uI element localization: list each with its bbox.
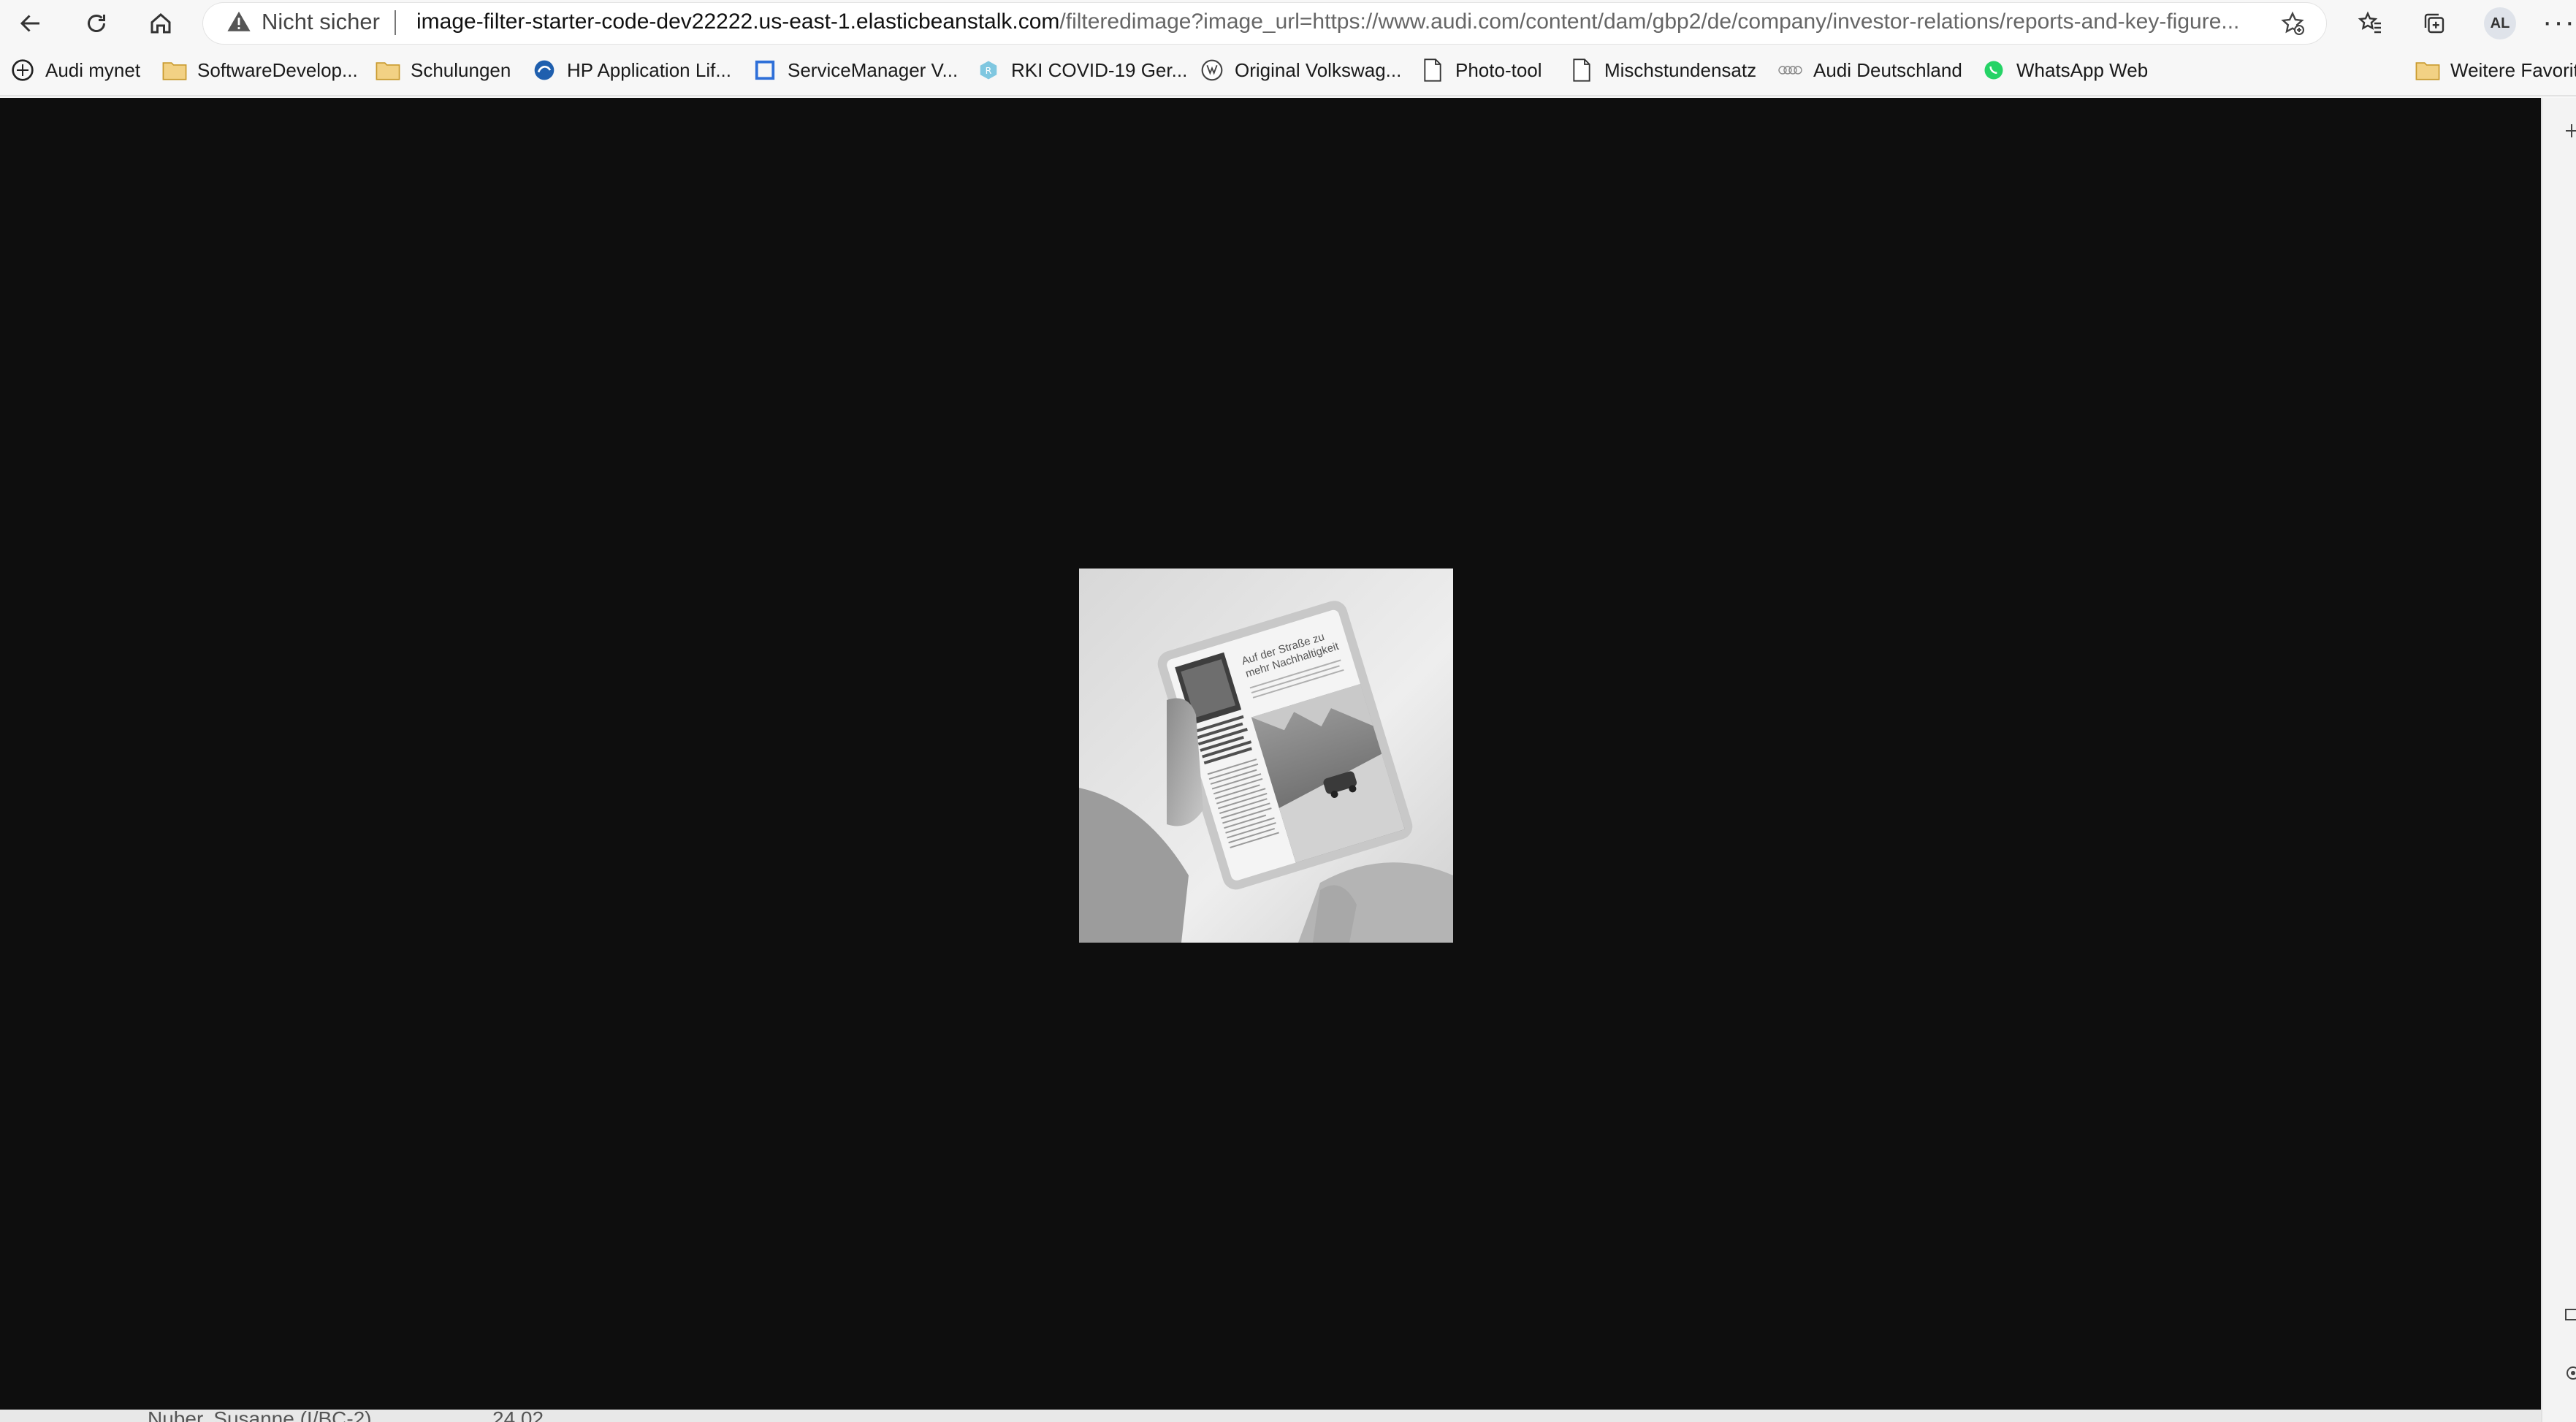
bookmark-label: Original Volkswag... (1235, 58, 1402, 81)
hp-alm-icon (532, 58, 557, 83)
settings-more-button[interactable]: ··· (2542, 6, 2576, 39)
url-path: /filteredimage?image_url=https://www.aud… (1059, 9, 2240, 34)
background-window-peek (0, 1410, 2541, 1422)
whatsapp-icon (1981, 58, 2006, 83)
bookmark-label: Weitere Favoriten (2450, 58, 2576, 81)
reload-icon (88, 15, 105, 32)
bookmark-schulungen[interactable]: Schulungen (376, 56, 511, 85)
folder-icon (376, 58, 400, 83)
svg-text:R: R (986, 65, 992, 76)
peek-value-text: 24.02 (492, 1407, 544, 1422)
bookmark-audi-mynet[interactable]: Audi mynet (10, 56, 140, 85)
filtered-image: Auf der Straße zu mehr Nachhaltigkeit (1079, 569, 1453, 943)
bookmark-mischstundensatz[interactable]: Mischstundensatz (1569, 56, 1756, 85)
bookmark-weitere-favoriten[interactable]: Weitere Favoriten (2415, 56, 2576, 85)
bookmark-label: Photo-tool (1455, 58, 1542, 81)
bookmark-label: HP Application Lif... (567, 58, 731, 81)
browser-toolbar: Nicht sicher image-filter-starter-code-d… (0, 0, 2576, 47)
audi-rings-icon (1778, 58, 1803, 83)
bookmark-label: Mischstundensatz (1604, 58, 1757, 81)
back-button[interactable] (13, 6, 48, 41)
audi-rings-icon (10, 58, 35, 83)
home-button[interactable] (143, 6, 178, 41)
bookmark-photo-tool[interactable]: Photo-tool (1420, 56, 1542, 85)
servicemanager-icon (752, 58, 777, 83)
url-text[interactable]: image-filter-starter-code-dev22222.us-ea… (416, 9, 2265, 35)
warning-triangle-icon (227, 11, 251, 31)
favorites-button[interactable] (2355, 9, 2385, 38)
page-icon (1420, 58, 1445, 83)
bookmark-audi-deutschland[interactable]: Audi Deutschland (1778, 56, 1962, 85)
bookmark-label: Audi Deutschland (1813, 58, 1962, 81)
bookmark-label: Schulungen (411, 58, 511, 81)
favorites-bar: Audi mynet SoftwareDevelop... Schulungen… (0, 47, 2576, 96)
security-indicator[interactable]: Nicht sicher (262, 9, 380, 35)
collections-icon (2424, 13, 2444, 34)
gear-icon[interactable] (2561, 1362, 2576, 1384)
back-arrow-icon (20, 15, 39, 32)
rki-icon: R (976, 58, 1001, 83)
profile-avatar[interactable]: AL (2484, 7, 2516, 39)
add-icon[interactable] (2561, 120, 2576, 142)
url-host: image-filter-starter-code-dev22222.us-ea… (416, 9, 1060, 34)
vw-logo-icon (1200, 58, 1224, 83)
folder-icon (162, 58, 187, 83)
bookmark-label: WhatsApp Web (2016, 58, 2149, 81)
bookmark-original-volkswagen[interactable]: Original Volkswag... (1200, 56, 1401, 85)
page-icon (1569, 58, 1594, 83)
folder-icon (2415, 58, 2440, 83)
collections-button[interactable] (2420, 9, 2449, 38)
bookmark-rki-covid[interactable]: R RKI COVID-19 Ger... (976, 56, 1187, 85)
home-icon (150, 13, 171, 34)
bookmark-whatsapp-web[interactable]: WhatsApp Web (1981, 56, 2148, 85)
bookmark-label: Audi mynet (45, 58, 141, 81)
bookmark-servicemanager[interactable]: ServiceManager V... (752, 56, 958, 85)
bookmark-label: RKI COVID-19 Ger... (1011, 58, 1188, 81)
bookmark-label: ServiceManager V... (788, 58, 959, 81)
edge-sidebar (2541, 98, 2576, 1422)
sidebar-toggle-icon[interactable] (2561, 1304, 2576, 1326)
favorites-icon (2358, 11, 2381, 34)
reload-button[interactable] (79, 6, 114, 41)
star-add-icon[interactable] (2279, 10, 2306, 37)
bookmark-softwaredevelop[interactable]: SoftwareDevelop... (162, 56, 358, 85)
bookmark-hp-application[interactable]: HP Application Lif... (532, 56, 731, 85)
peek-name-text: Nuber, Susanne (I/BC-2) (148, 1407, 372, 1422)
bookmark-label: SoftwareDevelop... (197, 58, 358, 81)
address-separator (395, 10, 396, 35)
